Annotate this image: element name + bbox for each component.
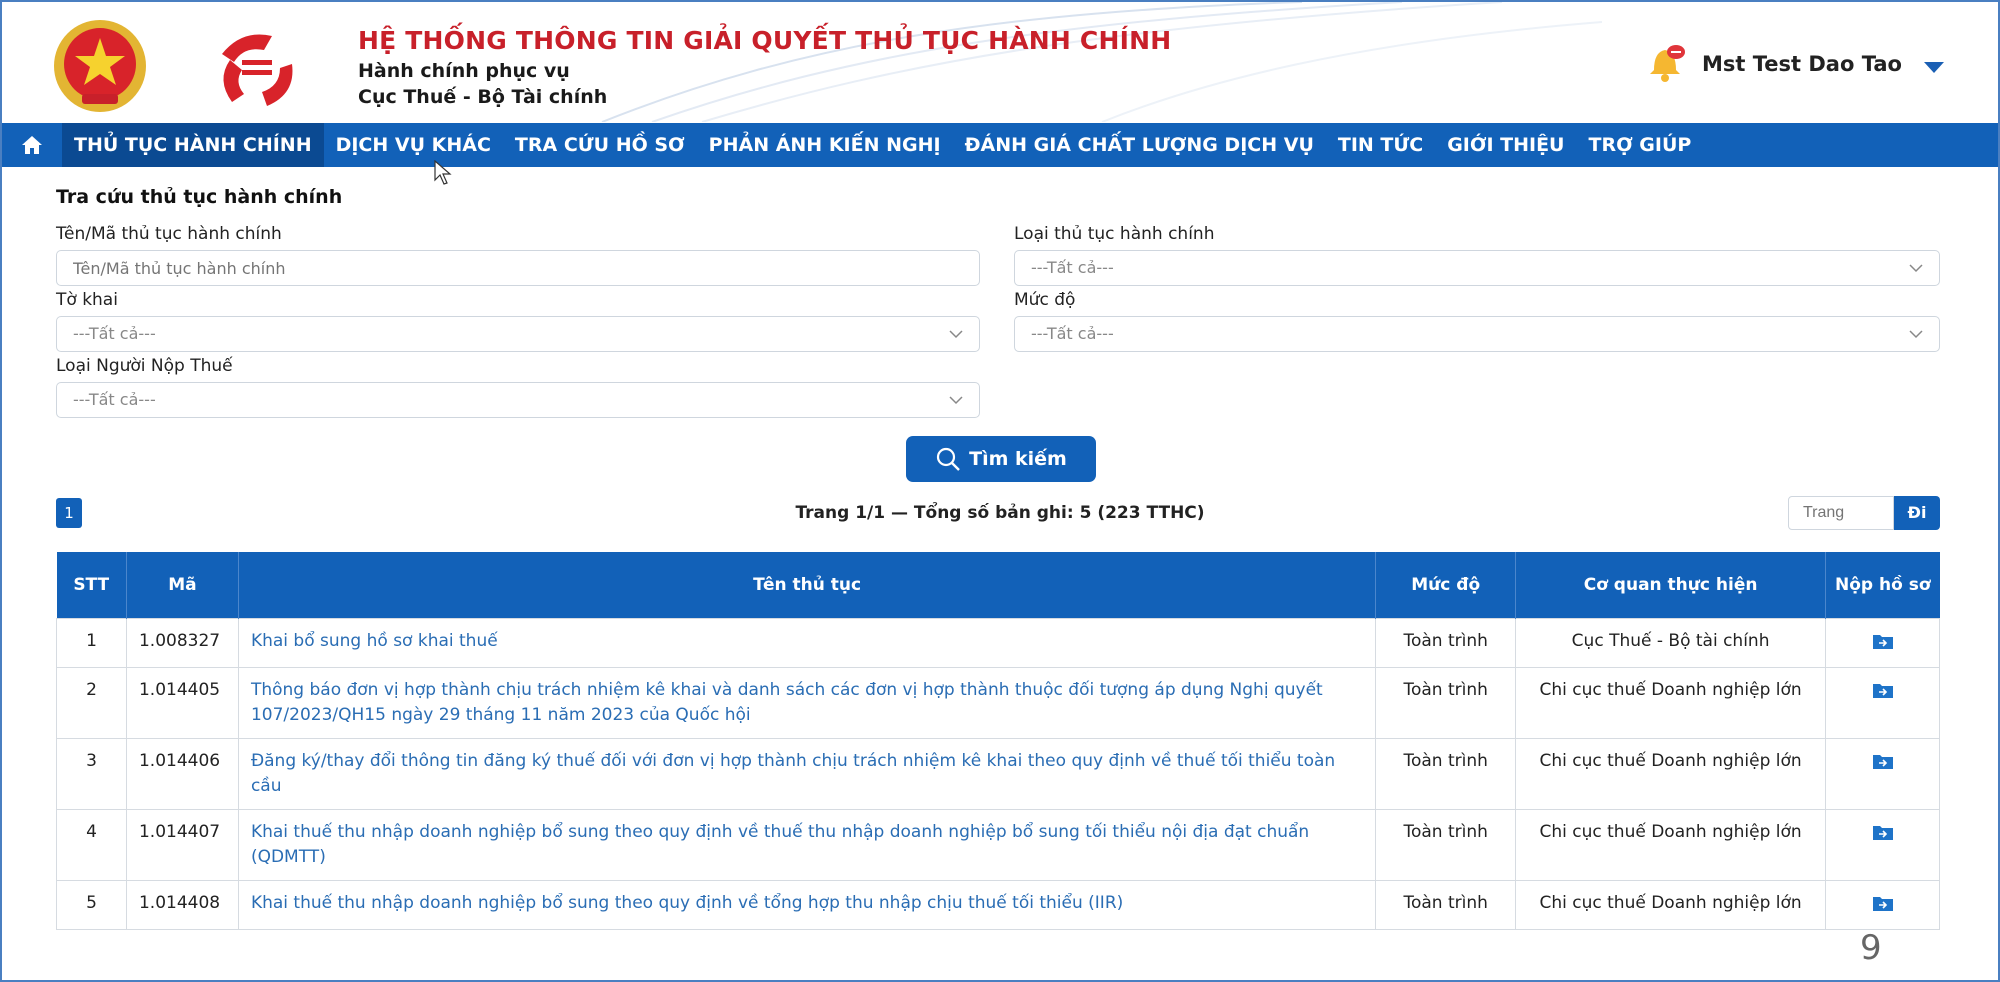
cell-muc-do: Toàn trình xyxy=(1375,666,1517,739)
cell-muc-do: Toàn trình xyxy=(1375,737,1517,810)
chevron-down-icon xyxy=(1909,264,1923,273)
procedure-link[interactable]: Khai thuế thu nhập doanh nghiệp bổ sung … xyxy=(237,879,1377,930)
submit-cell xyxy=(1825,737,1940,810)
nav-item-dich-vu-khac[interactable]: DỊCH VỤ KHÁC xyxy=(324,123,503,167)
procedure-type-select[interactable]: ---Tất cả--- xyxy=(1014,250,1940,286)
folder-submit-icon[interactable] xyxy=(1872,824,1893,840)
level-field-label: Mức độ xyxy=(1014,290,1076,310)
notification-bell-icon[interactable] xyxy=(1642,38,1688,84)
name-field-label: Tên/Mã thủ tục hành chính xyxy=(56,224,282,244)
cell-stt: 2 xyxy=(56,666,127,739)
cell-muc-do: Toàn trình xyxy=(1375,808,1517,881)
folder-submit-icon[interactable] xyxy=(1872,895,1893,911)
header-ten-thu-tuc: Tên thủ tục xyxy=(238,552,1377,618)
header-stt: STT xyxy=(56,552,127,618)
page-jump-input[interactable] xyxy=(1788,496,1894,530)
submit-cell xyxy=(1825,808,1940,881)
user-dropdown-caret-icon[interactable] xyxy=(1924,62,1944,73)
nav-item-tra-cuu-ho-so[interactable]: TRA CỨU HỒ SƠ xyxy=(503,123,697,167)
site-subtitle: Hành chính phục vụ xyxy=(358,60,570,82)
submit-cell xyxy=(1825,617,1940,668)
procedure-link[interactable]: Thông báo đơn vị hợp thành chịu trách nh… xyxy=(237,666,1377,739)
nav-item-danh-gia-chat-luong[interactable]: ĐÁNH GIÁ CHẤT LƯỢNG DỊCH VỤ xyxy=(953,123,1326,167)
procedure-type-value: ---Tất cả--- xyxy=(1031,258,1114,277)
cell-co-quan: Cục Thuế - Bộ tài chính xyxy=(1515,617,1826,668)
table-row: 3 1.014406 Đăng ký/thay đổi thông tin đă… xyxy=(56,737,1940,810)
search-button[interactable]: Tìm kiếm xyxy=(906,436,1096,482)
cell-ma: 1.014405 xyxy=(125,666,239,739)
procedures-table: STT Mã Tên thủ tục Mức độ Cơ quan thực h… xyxy=(56,552,1940,930)
nav-item-thu-tuc-hanh-chinh[interactable]: THỦ TỤC HÀNH CHÍNH xyxy=(62,123,324,167)
cell-ma: 1.014406 xyxy=(125,737,239,810)
payer-type-select[interactable]: ---Tất cả--- xyxy=(56,382,980,418)
chevron-down-icon xyxy=(1909,330,1923,339)
form-value: ---Tất cả--- xyxy=(73,324,156,343)
cell-muc-do: Toàn trình xyxy=(1375,617,1517,668)
pagination-info: Trang 1/1 — Tổng số bản ghi: 5 (223 TTHC… xyxy=(795,503,1205,523)
procedure-link[interactable]: Đăng ký/thay đổi thông tin đăng ký thuế … xyxy=(237,737,1377,810)
cell-stt: 1 xyxy=(56,617,127,668)
form-field-label: Tờ khai xyxy=(56,290,118,310)
cell-co-quan: Chi cục thuế Doanh nghiệp lớn xyxy=(1515,808,1826,881)
table-row: 5 1.014408 Khai thuế thu nhập doanh nghi… xyxy=(56,879,1940,930)
nav-item-tro-giup[interactable]: TRỢ GIÚP xyxy=(1577,123,1704,167)
table-row: 4 1.014407 Khai thuế thu nhập doanh nghi… xyxy=(56,808,1940,881)
cell-ma: 1.014408 xyxy=(125,879,239,930)
search-icon xyxy=(937,447,960,471)
payer-field-label: Loại Người Nộp Thuế xyxy=(56,356,233,376)
cell-stt: 5 xyxy=(56,879,127,930)
chevron-down-icon xyxy=(949,330,963,339)
type-field-label: Loại thủ tục hành chính xyxy=(1014,224,1215,244)
cell-co-quan: Chi cục thuế Doanh nghiệp lớn xyxy=(1515,737,1826,810)
page-go-button[interactable]: Đi xyxy=(1894,496,1940,530)
chevron-down-icon xyxy=(949,396,963,405)
search-section-title: Tra cứu thủ tục hành chính xyxy=(56,186,343,208)
header-muc-do: Mức độ xyxy=(1375,552,1517,618)
cell-ma: 1.014407 xyxy=(125,808,239,881)
national-emblem-icon xyxy=(54,20,146,112)
site-header: HỆ THỐNG THÔNG TIN GIẢI QUYẾT THỦ TỤC HÀ… xyxy=(2,2,1998,122)
main-nav: THỦ TỤC HÀNH CHÍNH DỊCH VỤ KHÁC TRA CỨU … xyxy=(2,123,1998,167)
user-name[interactable]: Mst Test Dao Tao xyxy=(1702,52,1902,76)
header-ma: Mã xyxy=(126,552,239,618)
search-button-label: Tìm kiếm xyxy=(969,448,1067,470)
table-row: 1 1.008327 Khai bổ sung hồ sơ khai thuế … xyxy=(56,617,1940,668)
procedure-link[interactable]: Khai thuế thu nhập doanh nghiệp bổ sung … xyxy=(237,808,1377,881)
table-row: 2 1.014405 Thông báo đơn vị hợp thành ch… xyxy=(56,666,1940,739)
mouse-cursor-icon xyxy=(434,160,452,185)
site-title: HỆ THỐNG THÔNG TIN GIẢI QUYẾT THỦ TỤC HÀ… xyxy=(358,26,1172,55)
cell-stt: 4 xyxy=(56,808,127,881)
slide-number: 9 xyxy=(1860,928,1882,968)
cell-ma: 1.008327 xyxy=(125,617,239,668)
header-co-quan: Cơ quan thực hiện xyxy=(1515,552,1826,618)
tax-logo-icon xyxy=(222,34,293,106)
nav-item-tin-tuc[interactable]: TIN TỨC xyxy=(1326,123,1435,167)
form-select[interactable]: ---Tất cả--- xyxy=(56,316,980,352)
folder-submit-icon[interactable] xyxy=(1872,682,1893,698)
table-header-row: STT Mã Tên thủ tục Mức độ Cơ quan thực h… xyxy=(56,552,1940,618)
home-icon[interactable] xyxy=(2,123,62,167)
level-select[interactable]: ---Tất cả--- xyxy=(1014,316,1940,352)
payer-type-value: ---Tất cả--- xyxy=(73,390,156,409)
cell-muc-do: Toàn trình xyxy=(1375,879,1517,930)
cell-co-quan: Chi cục thuế Doanh nghiệp lớn xyxy=(1515,879,1826,930)
header-nop-ho-so: Nộp hồ sơ xyxy=(1825,552,1940,618)
nav-item-phan-anh-kien-nghi[interactable]: PHẢN ÁNH KIẾN NGHỊ xyxy=(697,123,953,167)
cell-stt: 3 xyxy=(56,737,127,810)
submit-cell xyxy=(1825,879,1940,930)
level-value: ---Tất cả--- xyxy=(1031,324,1114,343)
folder-submit-icon[interactable] xyxy=(1872,753,1893,769)
site-agency: Cục Thuế - Bộ Tài chính xyxy=(358,86,608,108)
procedure-name-input[interactable] xyxy=(56,250,980,286)
folder-submit-icon[interactable] xyxy=(1872,633,1893,649)
cell-co-quan: Chi cục thuế Doanh nghiệp lớn xyxy=(1515,666,1826,739)
procedure-link[interactable]: Khai bổ sung hồ sơ khai thuế xyxy=(237,617,1377,668)
submit-cell xyxy=(1825,666,1940,739)
nav-item-gioi-thieu[interactable]: GIỚI THIỆU xyxy=(1435,123,1576,167)
